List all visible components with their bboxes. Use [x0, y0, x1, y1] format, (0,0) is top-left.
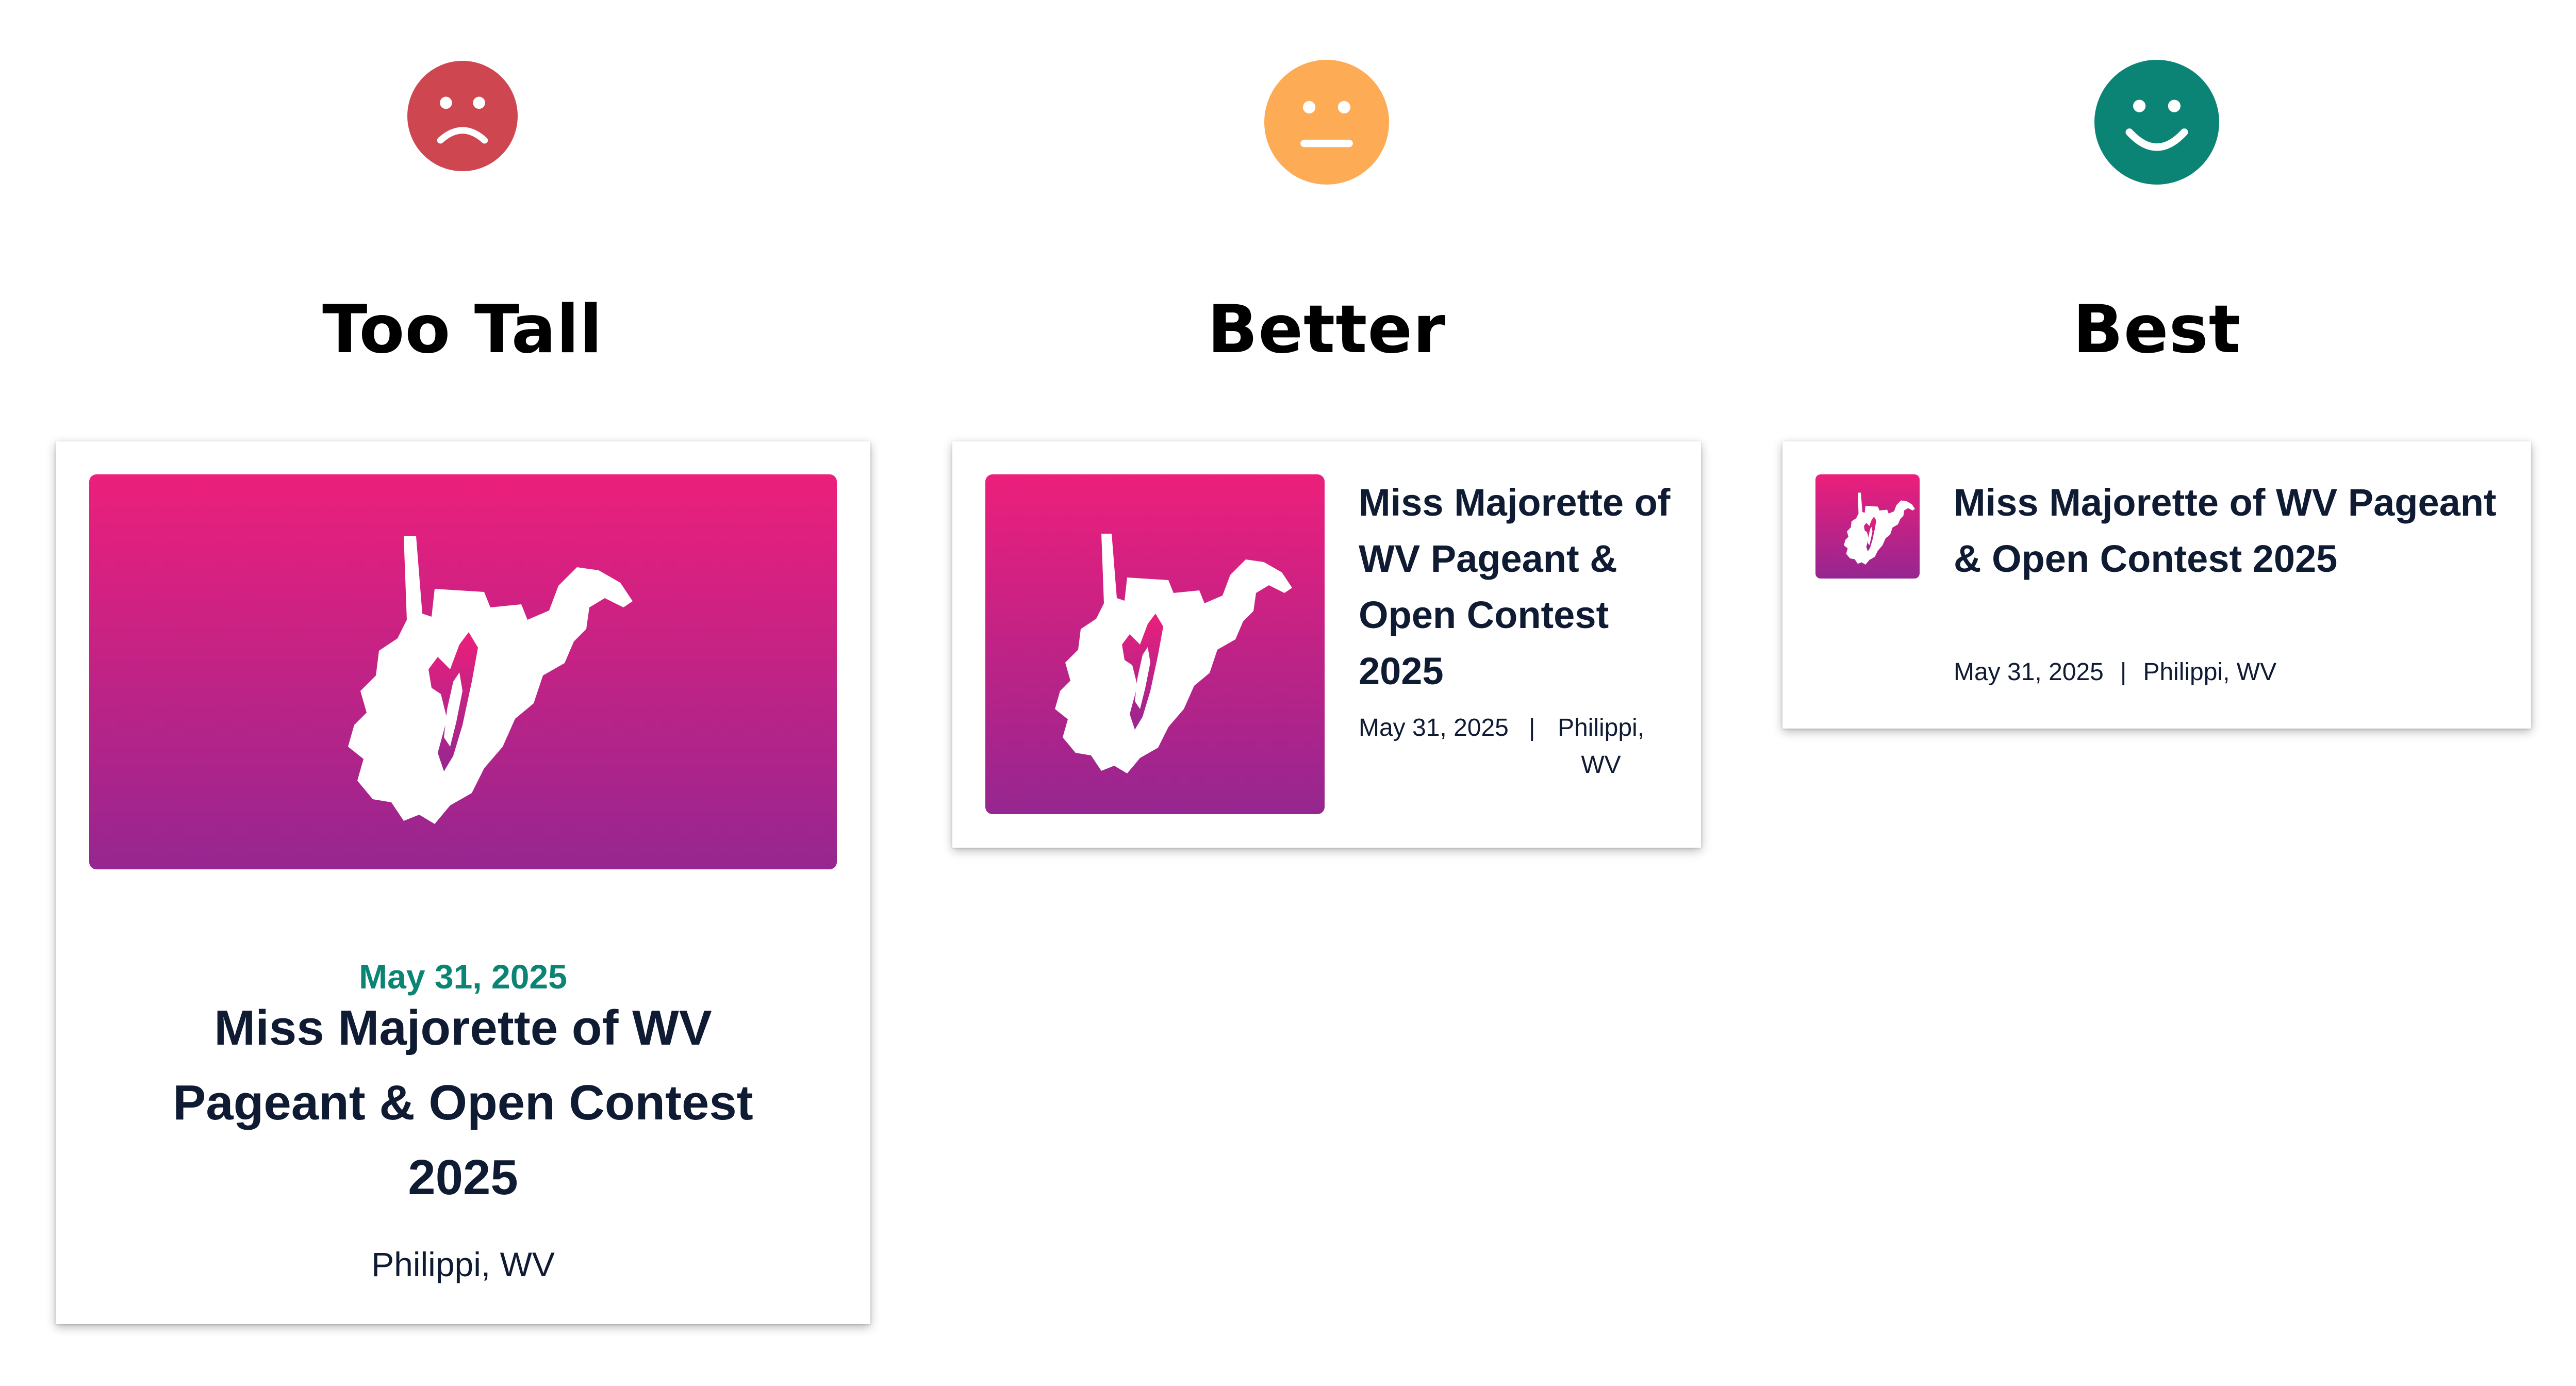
event-title[interactable]: Miss Majorette of WV Pageant & Open Cont…	[1359, 474, 1689, 699]
event-location: Philippi, WV	[371, 1245, 555, 1283]
event-image	[985, 474, 1325, 814]
event-location: Philippi, WV	[1557, 714, 1645, 779]
event-meta: May 31, 2025 | Philippi, WV	[1954, 654, 2500, 691]
event-card-too-tall[interactable]: May 31, 2025 Miss Majorette of WV Pagean…	[56, 441, 870, 1324]
event-title[interactable]: Miss Majorette of WV Pageant & Open Cont…	[1954, 474, 2500, 587]
event-date: May 31, 2025	[1954, 658, 2104, 686]
neutral-face-icon	[1264, 60, 1389, 185]
event-card-better[interactable]: Miss Majorette of WV Pageant & Open Cont…	[952, 441, 1701, 848]
event-card-best[interactable]: Miss Majorette of WV Pageant & Open Cont…	[1782, 441, 2531, 729]
event-image	[89, 474, 837, 869]
event-location: Philippi, WV	[2143, 658, 2277, 686]
column-title-too-tall: Too Tall	[322, 291, 603, 368]
column-title-better: Better	[1207, 291, 1446, 368]
happy-face-icon	[2094, 60, 2219, 185]
event-image	[1815, 474, 1920, 579]
meta-separator: |	[1529, 714, 1535, 741]
event-date: May 31, 2025	[1359, 714, 1509, 741]
sad-face-icon	[407, 61, 518, 171]
meta-separator: |	[2120, 658, 2127, 686]
event-title[interactable]: Miss Majorette of WV Pageant & Open Cont…	[118, 991, 808, 1215]
column-title-best: Best	[2073, 291, 2241, 368]
